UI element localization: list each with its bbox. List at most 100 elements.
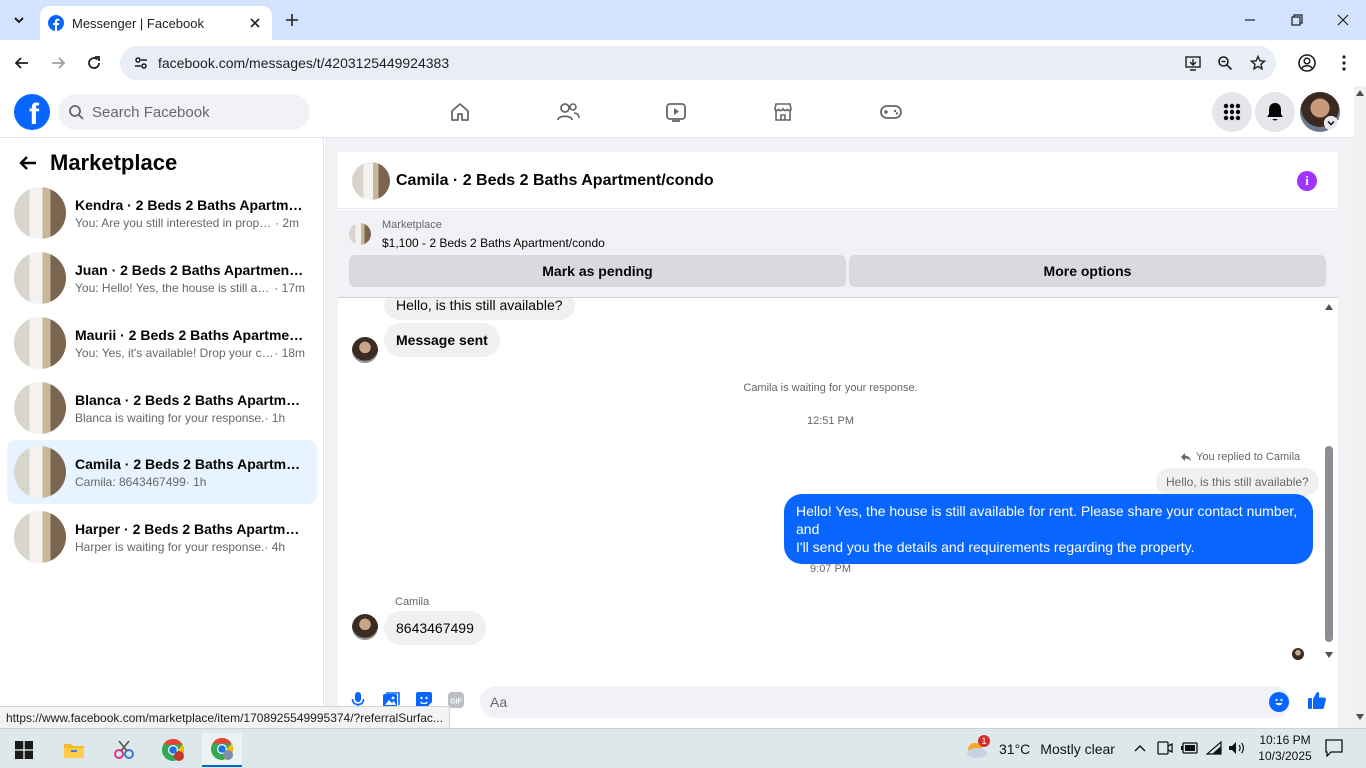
listing-thumbnail — [14, 511, 66, 563]
nav-video[interactable] — [660, 96, 692, 128]
sender-avatar[interactable] — [352, 614, 378, 640]
mark-as-pending-button[interactable]: Mark as pending — [349, 255, 846, 287]
conversation-item[interactable]: Blanca · 2 Beds 2 Baths Apartment... Bla… — [7, 376, 317, 440]
weather-widget[interactable]: 1 31°C Mostly clear — [965, 735, 1115, 763]
tab-search-button[interactable] — [6, 7, 32, 33]
conversation-time: · 18m — [274, 345, 305, 360]
nav-gaming[interactable] — [875, 96, 907, 128]
listing-thumbnail — [14, 187, 66, 239]
listing-banner: Marketplace $1,100 - 2 Beds 2 Baths Apar… — [338, 210, 1338, 298]
message-scrollbar-thumb[interactable] — [1325, 446, 1333, 642]
emoji-icon — [1275, 698, 1283, 706]
facebook-logo[interactable]: f — [14, 94, 50, 131]
file-explorer-button[interactable] — [54, 733, 94, 767]
minimize-icon — [1245, 19, 1255, 21]
grid-menu-icon — [1223, 103, 1241, 121]
triangle-down-icon — [1356, 714, 1364, 720]
listing-title[interactable]: $1,100 - 2 Beds 2 Baths Apartment/condo — [382, 236, 605, 250]
send-like-button[interactable] — [1306, 689, 1328, 711]
listing-thumbnail — [14, 446, 66, 498]
scissors-icon — [114, 740, 134, 759]
conversation-preview: Harper is waiting for your response. — [75, 539, 265, 554]
reload-button[interactable] — [80, 49, 108, 77]
notifications-button[interactable] — [1255, 92, 1295, 132]
browser-tab[interactable]: Messenger | Facebook — [40, 6, 272, 40]
wifi-button[interactable] — [1205, 739, 1223, 757]
browser-menu-button[interactable] — [1330, 49, 1358, 77]
info-icon[interactable]: i — [1297, 171, 1317, 191]
arrow-right-icon — [52, 57, 66, 69]
timestamp: 9:07 PM — [810, 563, 851, 575]
scroll-down-arrow[interactable] — [1324, 650, 1334, 660]
start-button[interactable] — [4, 733, 44, 767]
scroll-up-arrow[interactable] — [1324, 302, 1334, 312]
conversation-preview: You: Are you still interested in proper.… — [75, 215, 275, 230]
close-window-button[interactable] — [1329, 6, 1357, 34]
battery-icon — [1181, 742, 1198, 754]
message-input[interactable] — [490, 694, 1250, 710]
conversation-name: Kendra · 2 Beds 2 Baths Apartmen... — [75, 196, 305, 213]
taskbar-clock[interactable]: 10:16 PM 10/3/2025 — [1252, 732, 1318, 764]
snipping-tool-button[interactable] — [104, 733, 144, 767]
facebook-header: f — [0, 86, 1354, 138]
show-hidden-icons-button[interactable] — [1131, 739, 1149, 757]
battery-button[interactable] — [1180, 739, 1198, 757]
chrome-icon — [162, 739, 184, 761]
clock-time: 10:16 PM — [1259, 733, 1311, 747]
meet-now-button[interactable] — [1156, 739, 1174, 757]
nav-marketplace[interactable] — [767, 96, 799, 128]
volume-button[interactable] — [1228, 739, 1246, 757]
conversation-item[interactable]: Harper · 2 Beds 2 Baths Apartment... Har… — [7, 505, 317, 569]
wifi-icon — [1206, 741, 1222, 755]
conversation-item[interactable]: Kendra · 2 Beds 2 Baths Apartmen... You:… — [7, 181, 317, 245]
chat-title[interactable]: Camila · 2 Beds 2 Baths Apartment/condo — [396, 172, 714, 190]
conversation-item[interactable]: Maurii · 2 Beds 2 Baths Apartment... You… — [7, 311, 317, 375]
restore-button[interactable] — [1283, 6, 1311, 34]
profile-menu-badge[interactable] — [1324, 116, 1338, 130]
chrome-active-button[interactable] — [202, 733, 242, 767]
quoted-message[interactable]: Hello, is this still available? — [1156, 468, 1319, 496]
chrome-profile-button[interactable] — [153, 733, 193, 767]
install-app-button[interactable] — [1180, 50, 1206, 76]
more-options-button[interactable]: More options — [849, 255, 1326, 287]
tab-close-button[interactable] — [246, 14, 264, 32]
emoji-button[interactable] — [1269, 692, 1289, 712]
sidebar-back-button[interactable] — [14, 149, 42, 177]
browser-tab-bar: Messenger | Facebook — [0, 0, 1366, 40]
sender-avatar[interactable] — [352, 337, 378, 363]
address-bar[interactable]: facebook.com/messages/t/4203125449924383 — [120, 46, 1276, 80]
menu-button[interactable] — [1212, 92, 1252, 132]
message-bubble: 8643467499 — [384, 611, 486, 645]
nav-friends[interactable] — [552, 96, 584, 128]
zoom-button[interactable] — [1212, 50, 1238, 76]
weather-icon: 1 — [965, 735, 990, 760]
site-info-button[interactable] — [128, 50, 154, 76]
sent-message-line: I'll send you the details and requiremen… — [796, 539, 1195, 555]
listing-banner-thumbnail[interactable] — [349, 223, 371, 245]
page-scrollbar[interactable] — [1354, 86, 1366, 728]
arrow-left-icon — [19, 156, 36, 170]
profile-button[interactable] — [1293, 49, 1321, 77]
nav-home[interactable] — [444, 96, 476, 128]
conversation-item-active[interactable]: Camila · 2 Beds 2 Baths Apartment... Cam… — [7, 440, 317, 504]
forward-button[interactable] — [44, 49, 72, 77]
conversation-item[interactable]: Juan · 2 Beds 2 Baths Apartment/c... You… — [7, 246, 317, 310]
message-input-field[interactable] — [480, 686, 1290, 718]
conversation-name: Blanca · 2 Beds 2 Baths Apartment... — [75, 391, 305, 408]
chat-listing-thumbnail[interactable] — [352, 162, 390, 200]
facebook-search-input[interactable] — [92, 103, 292, 121]
back-button[interactable] — [8, 49, 36, 77]
taskbar: 1 31°C Mostly clear 10:16 PM 10/3/2025 — [0, 728, 1366, 768]
reload-icon — [88, 56, 100, 69]
listing-source: Marketplace — [382, 219, 442, 231]
conversation-time: · 4h — [264, 539, 286, 554]
bell-icon — [1267, 103, 1283, 121]
facebook-search[interactable] — [58, 94, 310, 130]
url-text: facebook.com/messages/t/4203125449924383 — [158, 55, 450, 71]
chat-header: Camila · 2 Beds 2 Baths Apartment/condo … — [338, 152, 1338, 209]
new-tab-button[interactable] — [280, 8, 304, 32]
notification-center-button[interactable] — [1324, 738, 1344, 758]
browser-toolbar: facebook.com/messages/t/4203125449924383 — [0, 40, 1366, 86]
bookmark-button[interactable] — [1245, 50, 1271, 76]
minimize-button[interactable] — [1236, 6, 1264, 34]
